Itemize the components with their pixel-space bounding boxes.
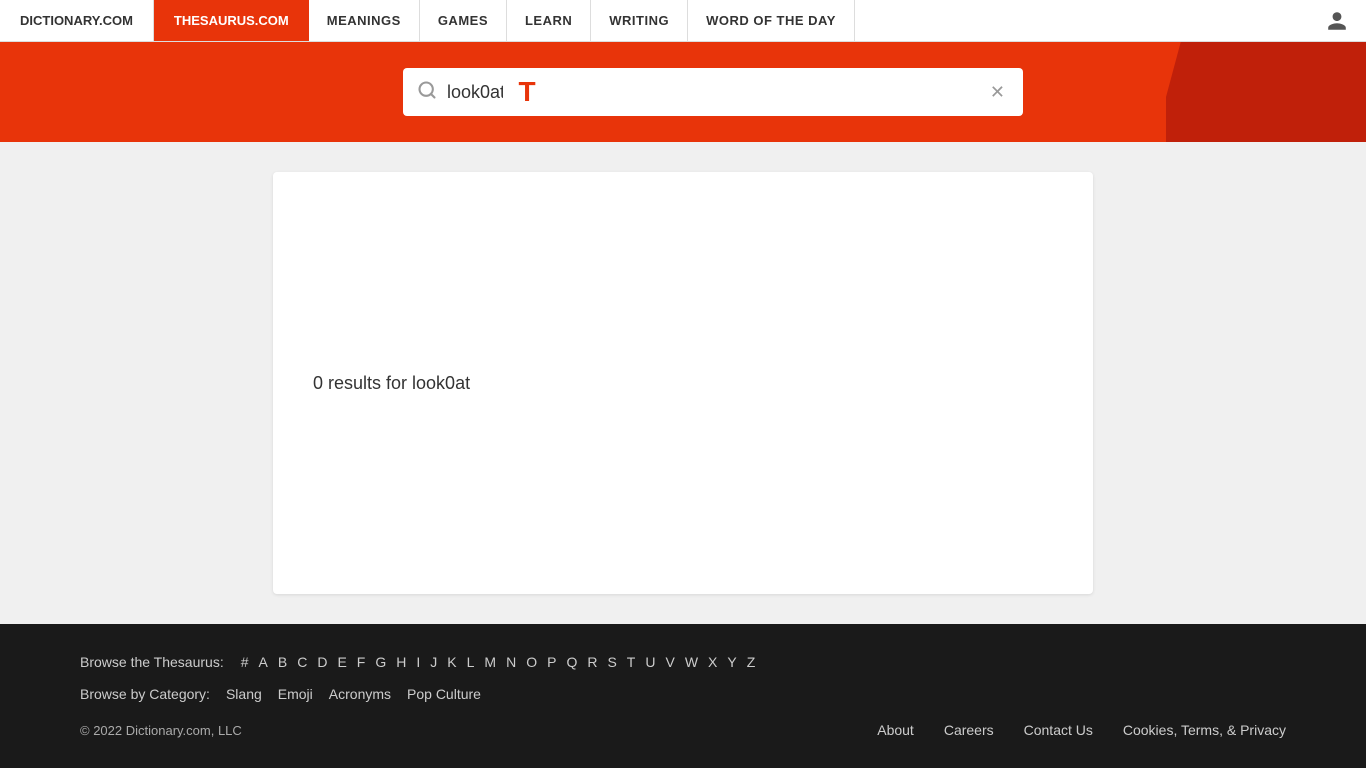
- browse-letter-r[interactable]: R: [584, 654, 600, 670]
- browse-categories-row: Browse by Category: Slang Emoji Acronyms…: [80, 686, 1286, 702]
- browse-letter-t[interactable]: T: [624, 654, 639, 670]
- top-navigation: DICTIONARY.COM THESAURUS.COM MEANINGS GA…: [0, 0, 1366, 42]
- footer-cookies-link[interactable]: Cookies, Terms, & Privacy: [1123, 722, 1286, 738]
- browse-letter-e[interactable]: E: [334, 654, 349, 670]
- category-acronyms[interactable]: Acronyms: [329, 686, 391, 702]
- dictionary-tab[interactable]: DICTIONARY.COM: [0, 0, 154, 41]
- browse-letter-g[interactable]: G: [372, 654, 389, 670]
- browse-letter-z[interactable]: Z: [744, 654, 759, 670]
- footer-about-link[interactable]: About: [877, 722, 914, 738]
- browse-letter-m[interactable]: M: [481, 654, 499, 670]
- logo-icon: T: [503, 68, 551, 116]
- site-footer: Browse the Thesaurus: # A B C D E F G H …: [0, 624, 1366, 768]
- nav-learn[interactable]: LEARN: [507, 0, 591, 41]
- user-account-button[interactable]: [1308, 0, 1366, 41]
- category-pop-culture[interactable]: Pop Culture: [407, 686, 481, 702]
- site-header: T ✕: [0, 42, 1366, 142]
- browse-letter-n[interactable]: N: [503, 654, 519, 670]
- browse-thesaurus-label: Browse the Thesaurus:: [80, 654, 224, 670]
- category-emoji[interactable]: Emoji: [278, 686, 313, 702]
- browse-letter-l[interactable]: L: [464, 654, 478, 670]
- browse-letter-o[interactable]: O: [523, 654, 540, 670]
- nav-word-of-day[interactable]: WORD OF THE DAY: [688, 0, 855, 41]
- results-text: 0 results for look0at: [313, 373, 470, 394]
- browse-letter-d[interactable]: D: [314, 654, 330, 670]
- footer-links: About Careers Contact Us Cookies, Terms,…: [877, 722, 1286, 738]
- category-slang[interactable]: Slang: [226, 686, 262, 702]
- header-decoration: [1166, 42, 1366, 142]
- browse-letter-y[interactable]: Y: [724, 654, 739, 670]
- browse-letter-h[interactable]: H: [393, 654, 409, 670]
- user-icon: [1326, 10, 1348, 32]
- browse-letter-x[interactable]: X: [705, 654, 720, 670]
- browse-letter-u[interactable]: U: [642, 654, 658, 670]
- footer-contact-link[interactable]: Contact Us: [1024, 722, 1093, 738]
- results-card: 0 results for look0at: [273, 172, 1093, 594]
- search-bar: ✕: [403, 68, 1023, 116]
- nav-links: MEANINGS GAMES LEARN WRITING WORD OF THE…: [309, 0, 1308, 41]
- nav-games[interactable]: GAMES: [420, 0, 507, 41]
- copyright-text: © 2022 Dictionary.com, LLC: [80, 723, 242, 738]
- browse-letter-f[interactable]: F: [354, 654, 369, 670]
- browse-letter-q[interactable]: Q: [563, 654, 580, 670]
- browse-letters-row: Browse the Thesaurus: # A B C D E F G H …: [80, 654, 1286, 670]
- browse-letter-c[interactable]: C: [294, 654, 310, 670]
- browse-letter-i[interactable]: I: [413, 654, 423, 670]
- search-icon: [417, 80, 437, 105]
- footer-careers-link[interactable]: Careers: [944, 722, 994, 738]
- nav-meanings[interactable]: MEANINGS: [309, 0, 420, 41]
- footer-bottom: © 2022 Dictionary.com, LLC About Careers…: [80, 722, 1286, 738]
- browse-letter-j[interactable]: J: [427, 654, 440, 670]
- browse-letter-k[interactable]: K: [444, 654, 459, 670]
- browse-letter-p[interactable]: P: [544, 654, 559, 670]
- browse-letter-w[interactable]: W: [682, 654, 701, 670]
- nav-writing[interactable]: WRITING: [591, 0, 688, 41]
- site-logo[interactable]: T: [503, 68, 551, 116]
- clear-search-button[interactable]: ✕: [986, 78, 1009, 107]
- browse-letter-s[interactable]: S: [604, 654, 619, 670]
- browse-category-label: Browse by Category:: [80, 686, 210, 702]
- browse-letter-v[interactable]: V: [662, 654, 677, 670]
- browse-letter-a[interactable]: A: [256, 654, 271, 670]
- browse-letter-b[interactable]: B: [275, 654, 290, 670]
- browse-letter-hash[interactable]: #: [238, 654, 252, 670]
- main-content: 0 results for look0at: [0, 142, 1366, 624]
- thesaurus-tab[interactable]: THESAURUS.COM: [154, 0, 309, 41]
